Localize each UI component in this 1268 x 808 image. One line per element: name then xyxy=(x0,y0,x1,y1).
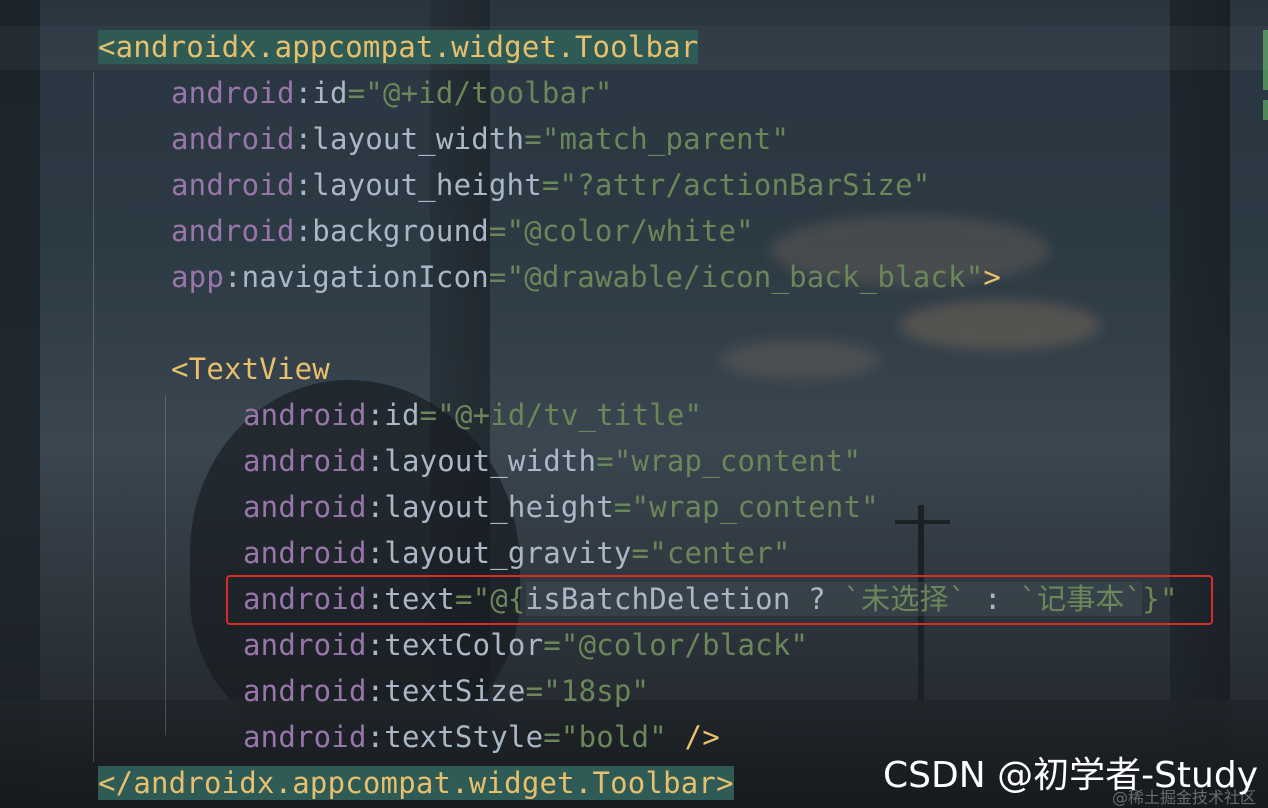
code-line-attr[interactable]: android:layout_width="wrap_content" xyxy=(243,438,861,484)
indent-guide xyxy=(165,395,166,735)
attr-value: "wrap_content" xyxy=(631,490,879,524)
tag-close-bracket: > xyxy=(983,260,1002,294)
attr-value: "?attr/actionBarSize" xyxy=(559,168,931,202)
attr-namespace: android xyxy=(243,444,367,478)
attr-value: "center" xyxy=(649,536,791,570)
attr-value: "@color/white" xyxy=(506,214,754,248)
attr-name: navigationIcon xyxy=(241,260,489,294)
indent-guide xyxy=(93,72,94,762)
attr-name: layout_height xyxy=(312,168,542,202)
tag-name: </androidx.appcompat.widget.Toolbar> xyxy=(98,766,734,800)
attr-namespace: android xyxy=(243,398,367,432)
attr-namespace: android xyxy=(171,214,295,248)
code-line-attr[interactable]: app:navigationIcon="@drawable/icon_back_… xyxy=(171,254,1001,300)
attr-name: textStyle xyxy=(384,720,544,754)
attr-namespace: android xyxy=(171,76,295,110)
code-line-attr[interactable]: android:id="@+id/tv_title" xyxy=(243,392,702,438)
juejin-watermark: @稀土掘金技术社区 xyxy=(1111,788,1256,807)
code-line-attr[interactable]: android:textSize="18sp" xyxy=(243,668,649,714)
code-line-toolbar-close[interactable]: </androidx.appcompat.widget.Toolbar> xyxy=(98,760,734,806)
attr-namespace: android xyxy=(243,720,367,754)
code-line-attr[interactable]: android:layout_width="match_parent" xyxy=(171,116,789,162)
attr-name: layout_width xyxy=(384,444,597,478)
attr-name: layout_gravity xyxy=(384,536,632,570)
attr-value: "@color/black" xyxy=(560,628,809,662)
code-editor[interactable]: <androidx.appcompat.widget.Toolbar andro… xyxy=(0,0,1268,808)
attr-name: layout_width xyxy=(312,122,525,156)
tag-self-close: /> xyxy=(666,720,720,754)
annotation-box xyxy=(226,575,1213,625)
tag-bracket: < xyxy=(98,30,116,64)
code-line-attr[interactable]: android:textColor="@color/black" xyxy=(243,622,808,668)
attr-value: "match_parent" xyxy=(541,122,790,156)
attr-value: "18sp" xyxy=(543,674,650,708)
code-line-attr[interactable]: android:layout_height="wrap_content" xyxy=(243,484,879,530)
attr-name: id xyxy=(384,398,420,432)
code-line-attr[interactable]: android:background="@color/white" xyxy=(171,208,754,254)
attr-value: "wrap_content" xyxy=(613,444,862,478)
attr-namespace: android xyxy=(243,490,367,524)
code-line-textview-open[interactable]: <TextView xyxy=(171,346,330,392)
attr-value: "@+id/tv_title" xyxy=(437,398,703,432)
code-line-attr[interactable]: android:id="@+id/toolbar" xyxy=(171,70,613,116)
code-line-attr[interactable]: android:textStyle="bold" /> xyxy=(243,714,720,760)
attr-namespace: app xyxy=(171,260,224,294)
attr-value: "@+id/toolbar" xyxy=(365,76,613,110)
attr-namespace: android xyxy=(171,168,295,202)
attr-namespace: android xyxy=(243,536,367,570)
attr-namespace: android xyxy=(171,122,295,156)
attr-name: layout_height xyxy=(384,490,614,524)
attr-namespace: android xyxy=(243,674,367,708)
attr-value: "@drawable/icon_back_black" xyxy=(506,260,984,294)
tag-name: <TextView xyxy=(171,352,330,386)
code-line-attr[interactable]: android:layout_height="?attr/actionBarSi… xyxy=(171,162,930,208)
attr-namespace: android xyxy=(243,628,367,662)
code-line-attr[interactable]: android:layout_gravity="center" xyxy=(243,530,790,576)
attr-name: background xyxy=(312,214,489,248)
attr-name: textColor xyxy=(384,628,544,662)
code-line-toolbar-open[interactable]: <androidx.appcompat.widget.Toolbar xyxy=(98,24,699,70)
attr-name: textSize xyxy=(384,674,526,708)
attr-name: id xyxy=(312,76,348,110)
tag-name: androidx.appcompat.widget.Toolbar xyxy=(115,30,699,64)
attr-value: "bold" xyxy=(560,720,667,754)
